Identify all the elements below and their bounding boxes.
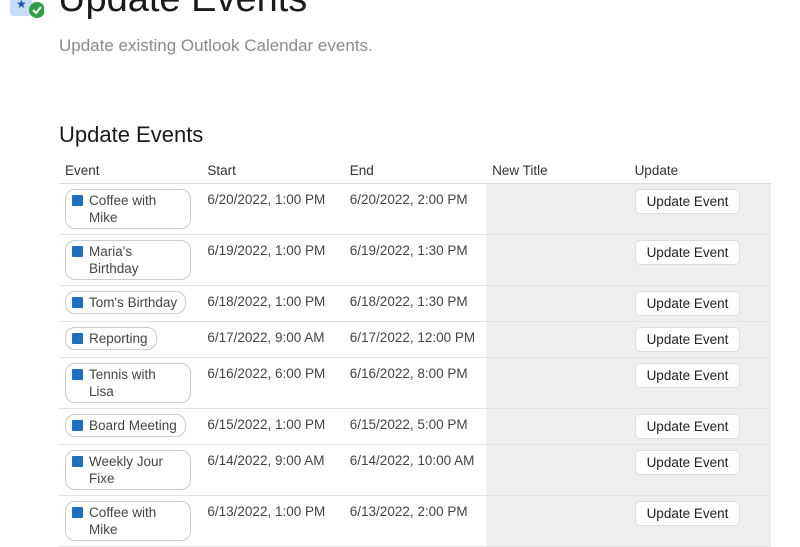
table-row: Maria's Birthday 6/19/2022, 1:00 PM 6/19…	[59, 234, 771, 286]
update-event-button[interactable]: Update Event	[634, 501, 741, 526]
event-chip[interactable]: Reporting	[65, 327, 157, 350]
start-cell: 6/15/2022, 1:00 PM	[201, 408, 344, 445]
new-title-cell[interactable]	[486, 285, 629, 322]
update-event-button[interactable]: Update Event	[634, 327, 741, 352]
event-cell: Tennis with Lisa	[59, 357, 202, 409]
event-chip[interactable]: Weekly Jour Fixe	[65, 450, 191, 490]
event-chip[interactable]: Coffee with Mike	[65, 189, 191, 229]
event-cell: Maria's Birthday	[59, 234, 202, 286]
event-chip[interactable]: Tennis with Lisa	[65, 363, 191, 403]
outlook-icon	[72, 420, 83, 431]
start-cell: 6/19/2022, 1:00 PM	[201, 234, 344, 286]
end-cell: 6/16/2022, 8:00 PM	[343, 357, 487, 409]
event-name: Maria's Birthday	[89, 244, 139, 276]
outlook-icon	[72, 195, 83, 206]
end-cell: 6/17/2022, 12:00 PM	[343, 321, 487, 358]
table-row: Tom's Birthday 6/18/2022, 1:00 PM 6/18/2…	[59, 285, 771, 322]
update-event-button[interactable]: Update Event	[634, 450, 741, 475]
new-title-cell[interactable]	[486, 408, 629, 445]
svg-text:★: ★	[16, 0, 27, 11]
update-cell: Update Event	[628, 321, 771, 358]
update-cell: Update Event	[628, 408, 771, 445]
table-row: Coffee with Mike 6/13/2022, 1:00 PM 6/13…	[59, 495, 771, 547]
event-cell: Tom's Birthday	[59, 285, 202, 322]
event-cell: Weekly Jour Fixe	[59, 444, 202, 496]
update-event-button[interactable]: Update Event	[634, 414, 741, 439]
outlook-icon	[72, 297, 83, 308]
outlook-icon	[72, 369, 83, 380]
start-cell: 6/17/2022, 9:00 AM	[201, 321, 344, 358]
update-cell: Update Event	[628, 444, 771, 496]
update-cell: Update Event	[628, 234, 771, 286]
event-name: Tom's Birthday	[89, 295, 178, 310]
event-name: Tennis with Lisa	[89, 367, 156, 399]
end-cell: 6/15/2022, 5:00 PM	[343, 408, 487, 445]
new-title-cell[interactable]	[486, 183, 629, 235]
update-event-button[interactable]: Update Event	[634, 363, 741, 388]
update-cell: Update Event	[628, 495, 771, 547]
start-cell: 6/14/2022, 9:00 AM	[201, 444, 344, 496]
event-name: Board Meeting	[89, 418, 177, 433]
page-subtitle: Update existing Outlook Calendar events.	[59, 36, 373, 55]
update-event-button[interactable]: Update Event	[634, 189, 741, 214]
end-cell: 6/13/2022, 2:00 PM	[343, 495, 487, 547]
event-chip[interactable]: Board Meeting	[65, 414, 186, 437]
event-name: Coffee with Mike	[89, 193, 157, 225]
column-header-event: Event	[59, 158, 202, 184]
events-table: Event Start End New Title Update Coffee …	[59, 158, 771, 547]
event-name: Reporting	[89, 331, 148, 346]
new-title-cell[interactable]	[486, 321, 629, 358]
update-event-button[interactable]: Update Event	[634, 291, 741, 316]
update-cell: Update Event	[628, 285, 771, 322]
outlook-icon	[72, 246, 83, 257]
table-row: Tennis with Lisa 6/16/2022, 6:00 PM 6/16…	[59, 357, 771, 409]
outlook-icon	[72, 507, 83, 518]
column-header-start: Start	[201, 158, 344, 184]
column-header-update: Update	[628, 158, 771, 184]
start-cell: 6/20/2022, 1:00 PM	[201, 183, 344, 235]
new-title-cell[interactable]	[486, 357, 629, 409]
table-row: Board Meeting 6/15/2022, 1:00 PM 6/15/20…	[59, 408, 771, 445]
event-cell: Coffee with Mike	[59, 183, 202, 235]
update-cell: Update Event	[628, 357, 771, 409]
start-cell: 6/18/2022, 1:00 PM	[201, 285, 344, 322]
end-cell: 6/14/2022, 10:00 AM	[343, 444, 487, 496]
end-cell: 6/19/2022, 1:30 PM	[343, 234, 487, 286]
column-header-end: End	[343, 158, 487, 184]
event-cell: Coffee with Mike	[59, 495, 202, 547]
update-event-button[interactable]: Update Event	[634, 240, 741, 265]
outlook-icon	[72, 456, 83, 467]
section-title: Update Events	[59, 122, 204, 147]
start-cell: 6/16/2022, 6:00 PM	[201, 357, 344, 409]
event-cell: Board Meeting	[59, 408, 202, 445]
event-chip[interactable]: Maria's Birthday	[65, 240, 191, 280]
update-events-logo-icon: ★	[10, 0, 44, 18]
event-cell: Reporting	[59, 321, 202, 358]
event-chip[interactable]: Coffee with Mike	[65, 501, 191, 541]
outlook-icon	[72, 333, 83, 344]
new-title-cell[interactable]	[486, 234, 629, 286]
update-cell: Update Event	[628, 183, 771, 235]
page-title: Update Events	[58, 0, 307, 21]
column-header-new-title: New Title	[486, 158, 629, 184]
table-row: Coffee with Mike 6/20/2022, 1:00 PM 6/20…	[59, 183, 771, 235]
end-cell: 6/18/2022, 1:30 PM	[343, 285, 487, 322]
event-name: Weekly Jour Fixe	[89, 454, 164, 486]
table-row: Weekly Jour Fixe 6/14/2022, 9:00 AM 6/14…	[59, 444, 771, 496]
start-cell: 6/13/2022, 1:00 PM	[201, 495, 344, 547]
table-row: Reporting 6/17/2022, 9:00 AM 6/17/2022, …	[59, 321, 771, 358]
new-title-cell[interactable]	[486, 444, 629, 496]
new-title-cell[interactable]	[486, 495, 629, 547]
end-cell: 6/20/2022, 2:00 PM	[343, 183, 487, 235]
event-chip[interactable]: Tom's Birthday	[65, 291, 187, 314]
event-name: Coffee with Mike	[89, 505, 157, 537]
